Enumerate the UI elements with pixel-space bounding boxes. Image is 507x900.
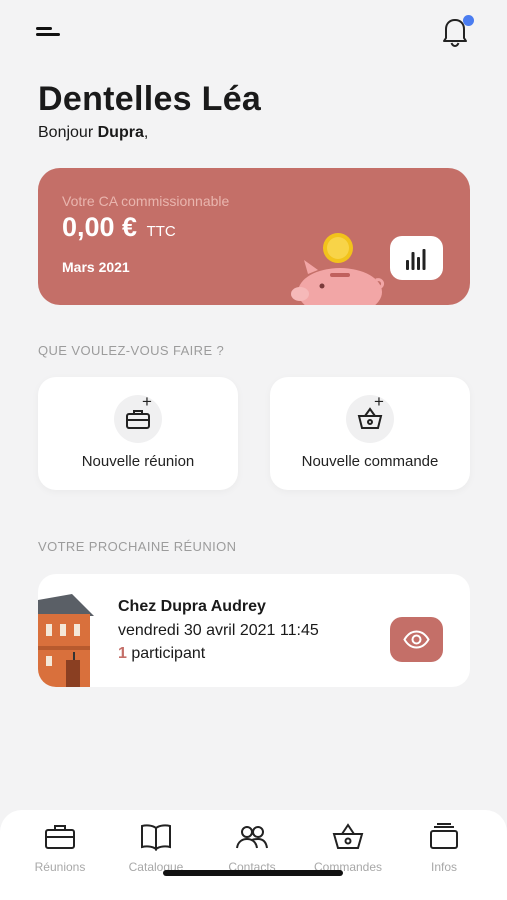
meeting-participants: 1 participant (118, 645, 205, 663)
commission-value: 0,00 € (62, 212, 138, 242)
next-meeting-section-title: VOTRE PROCHAINE RÉUNION (38, 539, 237, 554)
participant-count: 1 (118, 645, 127, 662)
commission-period: Mars 2021 (62, 259, 130, 275)
greeting-prefix: Bonjour (38, 124, 94, 141)
actions-section-title: QUE VOULEZ-VOUS FAIRE ? (38, 343, 225, 358)
commission-unit: TTC (146, 223, 176, 240)
view-meeting-button[interactable] (390, 617, 443, 662)
eye-icon (403, 630, 430, 649)
greeting: Bonjour Dupra, (38, 124, 148, 142)
top-bar (0, 0, 507, 70)
basket-icon (332, 823, 364, 849)
tab-catalogue[interactable]: Catalogue (116, 822, 196, 886)
tab-infos[interactable]: Infos (404, 822, 484, 886)
layers-icon (430, 823, 458, 849)
contacts-icon (236, 826, 268, 849)
action-icon-circle (114, 395, 162, 443)
bar-chart-icon (406, 249, 426, 270)
house-illustration (38, 594, 94, 687)
commission-card: Votre CA commissionnable 0,00 € TTC Mars… (38, 168, 470, 305)
book-icon (141, 824, 171, 851)
greeting-suffix: , (143, 124, 149, 141)
participant-label: participant (131, 645, 206, 662)
new-order-button[interactable]: + Nouvelle commande (270, 377, 470, 490)
next-meeting-card[interactable]: Chez Dupra Audrey vendredi 30 avril 2021… (38, 574, 470, 687)
menu-icon[interactable] (36, 24, 66, 44)
piggy-bank-icon (291, 233, 385, 305)
new-meeting-button[interactable]: + Nouvelle réunion (38, 377, 238, 490)
briefcase-icon (45, 825, 75, 849)
action-icon-circle (346, 395, 394, 443)
new-order-label: Nouvelle commande (301, 453, 439, 470)
home-indicator (163, 870, 343, 876)
plus-icon: + (142, 392, 152, 411)
new-meeting-label: Nouvelle réunion (81, 453, 195, 470)
page-title: Dentelles Léa (38, 80, 262, 118)
meeting-title: Chez Dupra Audrey (118, 598, 266, 615)
tab-bar: Réunions Catalogue Contacts Commandes In… (0, 810, 507, 900)
tab-reunions[interactable]: Réunions (20, 822, 100, 886)
stats-button[interactable] (390, 236, 443, 280)
plus-icon: + (374, 392, 384, 411)
tab-label: Infos (430, 860, 457, 874)
tab-label: Réunions (34, 860, 86, 874)
commission-amount: 0,00 € TTC (62, 212, 176, 243)
commission-label: Votre CA commissionnable (62, 193, 230, 209)
tab-commandes[interactable]: Commandes (308, 822, 388, 886)
user-name: Dupra (97, 124, 144, 141)
tab-contacts[interactable]: Contacts (212, 822, 292, 886)
notification-dot (463, 15, 474, 26)
meeting-date: vendredi 30 avril 2021 11:45 (118, 622, 319, 639)
